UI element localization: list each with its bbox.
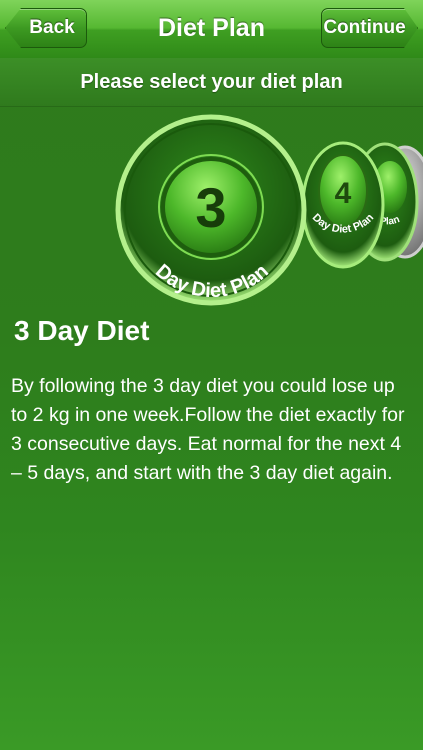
- instruction-bar: Please select your diet plan: [0, 58, 423, 107]
- continue-button-label: Continue: [323, 17, 406, 38]
- continue-button[interactable]: Continue: [321, 8, 418, 48]
- plan-description: By following the 3 day diet you could lo…: [11, 375, 405, 484]
- carousel-graphic: Plan 4 Day Diet Plan 3 Day Diet Plan: [115, 114, 423, 306]
- diet-plan-carousel[interactable]: Plan 4 Day Diet Plan 3 Day Diet Plan: [0, 107, 423, 309]
- plan-title: 3 Day Diet: [14, 315, 150, 346]
- option-4-number: 4: [335, 177, 352, 210]
- navigation-bar: Back Diet Plan Continue: [0, 0, 423, 59]
- selected-plan-number: 3: [195, 176, 226, 239]
- diet-plan-option-selected[interactable]: 3 Day Diet Plan: [115, 114, 307, 306]
- instruction-text: Please select your diet plan: [80, 71, 343, 93]
- diet-plan-option-4[interactable]: 4 Day Diet Plan: [301, 141, 385, 269]
